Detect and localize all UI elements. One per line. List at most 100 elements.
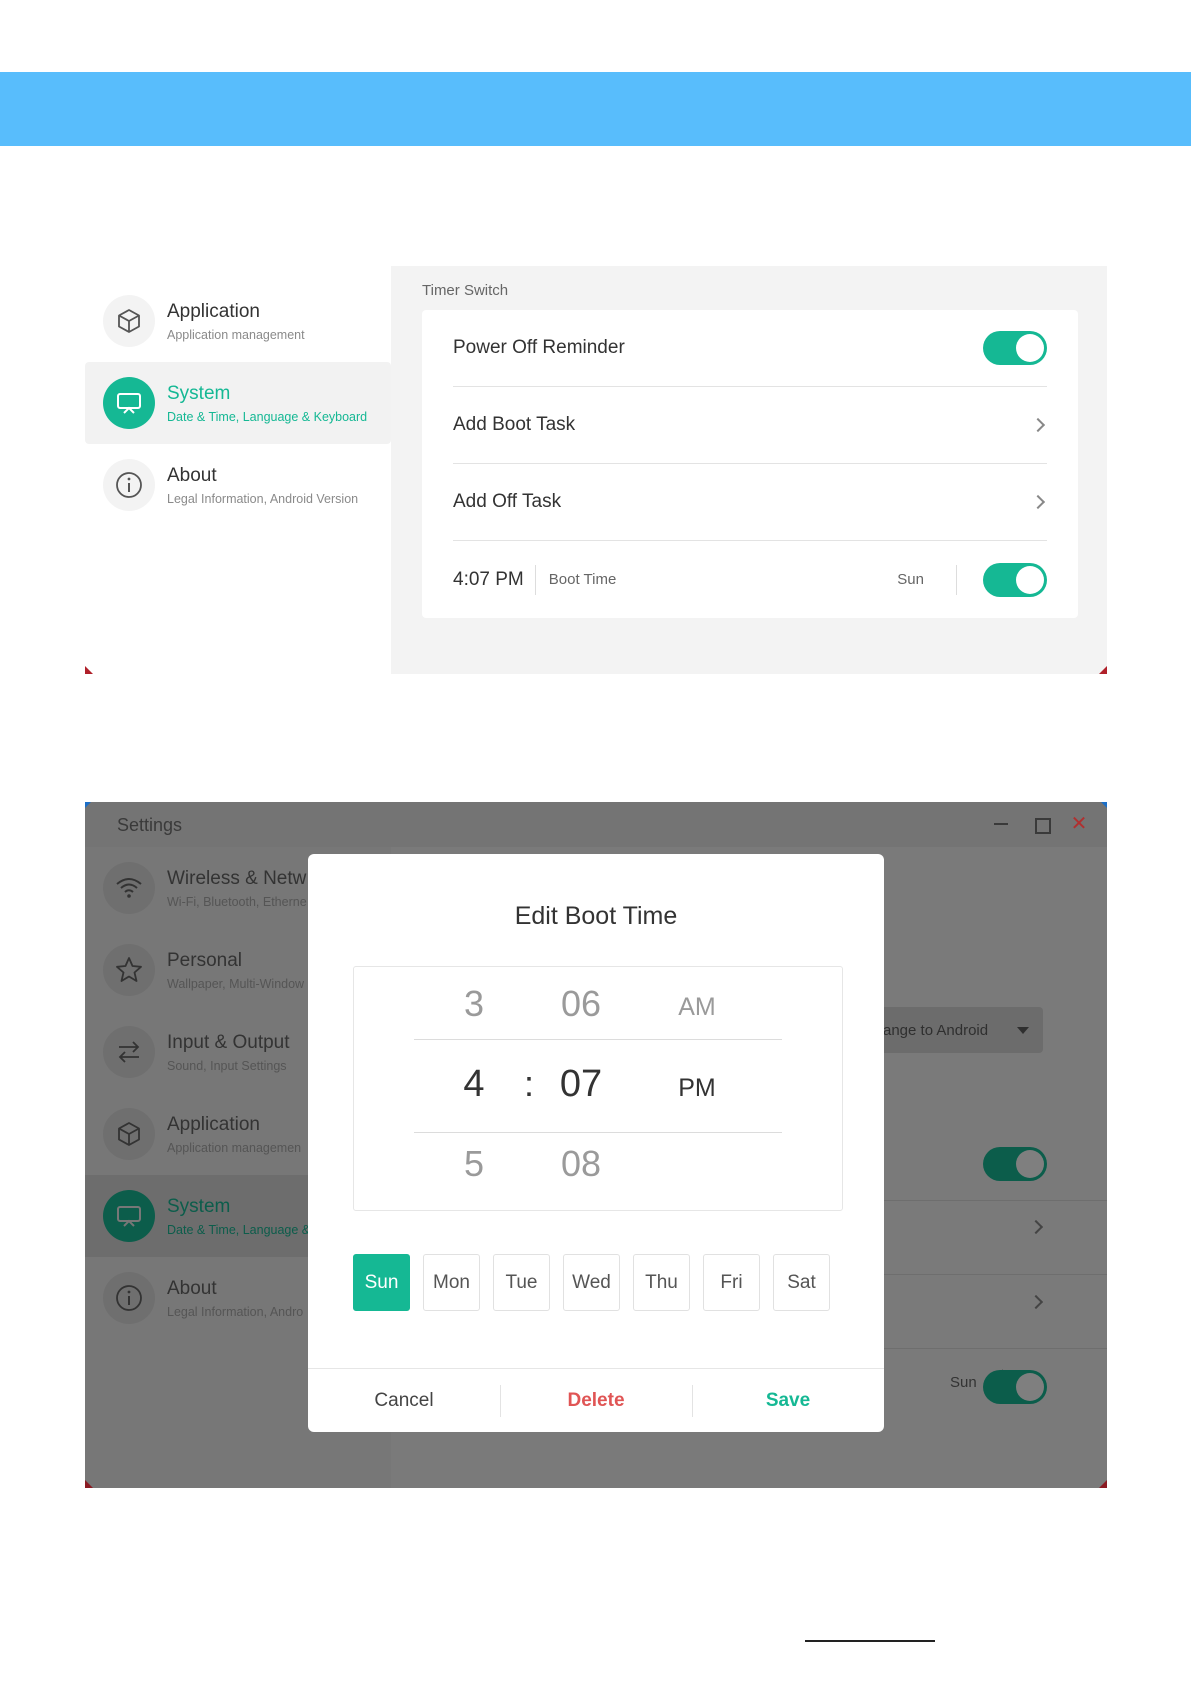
chevron-right-icon	[1030, 494, 1046, 510]
delete-button[interactable]: Delete	[500, 1369, 692, 1432]
day-mon-button[interactable]: Mon	[423, 1254, 480, 1311]
chevron-right-icon	[1030, 417, 1046, 433]
ampm-selected[interactable]: PM	[657, 1074, 737, 1103]
sidebar-item-system[interactable]: System Date & Time, Language & Keyboard	[85, 362, 391, 444]
maximize-icon[interactable]	[1031, 814, 1051, 834]
toggle-knob	[1016, 1373, 1044, 1401]
sidebar-item-sublabel: Application managemen	[167, 1140, 302, 1155]
power-off-reminder-toggle[interactable]	[983, 331, 1047, 365]
day-wed-button[interactable]: Wed	[563, 1254, 620, 1311]
background-toggle[interactable]	[983, 1370, 1047, 1404]
sidebar-item-label: Application	[167, 300, 260, 322]
monitor-icon	[103, 1190, 155, 1242]
sidebar-item-label: Input & Output	[167, 1031, 290, 1053]
cancel-button[interactable]: Cancel	[308, 1369, 500, 1432]
boot-task-toggle[interactable]	[983, 562, 1047, 597]
star-icon	[103, 944, 155, 996]
corner-mark	[85, 1480, 93, 1488]
task-days: Sun	[897, 564, 957, 595]
source-dropdown[interactable]: ange to Android	[875, 1007, 1043, 1053]
weekday-selector: Sun Mon Tue Wed Thu Fri Sat	[353, 1254, 830, 1311]
sidebar-item-sublabel: Legal Information, Andro	[167, 1304, 304, 1319]
sidebar-item-label: About	[167, 1277, 217, 1299]
caret-down-icon	[1017, 1026, 1029, 1034]
sidebar-item-label: Personal	[167, 949, 242, 971]
minute-selected[interactable]: 07	[541, 1063, 621, 1106]
close-icon[interactable]: ✕	[1069, 814, 1089, 834]
minute-prev[interactable]: 06	[541, 983, 621, 1025]
corner-mark	[85, 666, 93, 674]
timer-switch-screen: Application Application management Syste…	[85, 266, 1107, 674]
add-boot-task-label: Add Boot Task	[453, 414, 576, 435]
day-thu-button[interactable]: Thu	[633, 1254, 690, 1311]
sidebar-item-label: System	[167, 382, 231, 404]
window-titlebar: Settings ✕	[85, 802, 1107, 847]
day-sat-button[interactable]: Sat	[773, 1254, 830, 1311]
minimize-icon[interactable]	[991, 814, 1011, 834]
ampm-prev[interactable]: AM	[657, 993, 737, 1022]
edit-boot-time-dialog: Edit Boot Time 3 4 5 : 06 07 08 AM PM Su…	[308, 854, 884, 1432]
task-type: Boot Time	[548, 571, 617, 588]
sidebar-item-sublabel: Sound, Input Settings	[167, 1058, 287, 1073]
corner-mark	[85, 802, 91, 808]
sidebar-item-application[interactable]: Application Application management	[85, 280, 391, 362]
edit-boot-time-screen: Settings ✕ Wireless & Netw Wi-Fi, Blueto…	[85, 802, 1107, 1488]
corner-mark	[1099, 666, 1107, 674]
power-off-reminder-row: Power Off Reminder	[453, 310, 1047, 387]
sidebar-item-sublabel: Application management	[167, 327, 305, 342]
toggle-knob	[1016, 1150, 1044, 1178]
dialog-footer: Cancel Delete Save	[308, 1368, 884, 1432]
day-fri-button[interactable]: Fri	[703, 1254, 760, 1311]
timer-switch-panel: Timer Switch Power Off Reminder Add Boot…	[391, 266, 1107, 674]
add-boot-task-row[interactable]: Add Boot Task	[453, 387, 1047, 464]
add-off-task-row[interactable]: Add Off Task	[453, 464, 1047, 541]
section-label: Timer Switch	[422, 282, 509, 299]
hour-prev[interactable]: 3	[434, 983, 514, 1025]
sidebar-item-about[interactable]: About Legal Information, Android Version	[85, 444, 391, 526]
time-separator: :	[523, 1063, 534, 1104]
day-sun-button[interactable]: Sun	[353, 1254, 410, 1311]
time-picker[interactable]: 3 4 5 : 06 07 08 AM PM	[353, 966, 843, 1211]
info-icon	[103, 459, 155, 511]
sidebar-item-sublabel: Wallpaper, Multi-Window	[167, 976, 305, 991]
hour-selected[interactable]: 4	[434, 1063, 514, 1106]
signature-line	[805, 1640, 935, 1642]
task-days: Sun	[950, 1374, 977, 1391]
sidebar-item-sublabel: Date & Time, Language &	[167, 1222, 311, 1237]
corner-mark	[1099, 1480, 1107, 1488]
info-icon	[103, 1272, 155, 1324]
corner-mark	[1101, 802, 1107, 808]
window-title: Settings	[117, 815, 183, 835]
hour-next[interactable]: 5	[434, 1143, 514, 1185]
cube-icon	[103, 295, 155, 347]
sidebar-item-label: System	[167, 1195, 231, 1217]
sidebar-item-label: Wireless & Netw	[167, 867, 307, 889]
picker-divider	[414, 1039, 782, 1040]
sidebar-item-label: About	[167, 464, 217, 486]
cube-icon	[103, 1108, 155, 1160]
timer-card: Power Off Reminder Add Boot Task Add Off…	[422, 310, 1078, 618]
monitor-icon	[103, 377, 155, 429]
swap-icon	[103, 1026, 155, 1078]
sidebar-item-sublabel: Wi-Fi, Bluetooth, Etherne	[167, 894, 307, 909]
chevron-right-icon	[1028, 1294, 1044, 1310]
task-time: 4:07 PM	[453, 564, 536, 595]
wifi-icon	[103, 862, 155, 914]
header-band	[0, 72, 1191, 146]
save-button[interactable]: Save	[692, 1369, 884, 1432]
picker-divider	[414, 1132, 782, 1133]
boot-task-row[interactable]: 4:07 PM Boot Time Sun	[453, 541, 1047, 618]
background-toggle[interactable]	[983, 1147, 1047, 1181]
day-tue-button[interactable]: Tue	[493, 1254, 550, 1311]
dialog-title: Edit Boot Time	[514, 902, 678, 930]
chevron-right-icon	[1028, 1219, 1044, 1235]
toggle-knob	[1016, 565, 1044, 594]
sidebar-item-sublabel: Legal Information, Android Version	[167, 491, 359, 506]
dropdown-value: ange to Android	[883, 1021, 989, 1039]
sidebar-item-label: Application	[167, 1113, 260, 1135]
add-off-task-label: Add Off Task	[453, 491, 562, 512]
power-off-reminder-label: Power Off Reminder	[453, 337, 625, 358]
sidebar-item-sublabel: Date & Time, Language & Keyboard	[167, 409, 368, 424]
minute-next[interactable]: 08	[541, 1143, 621, 1185]
toggle-knob	[1016, 334, 1044, 362]
